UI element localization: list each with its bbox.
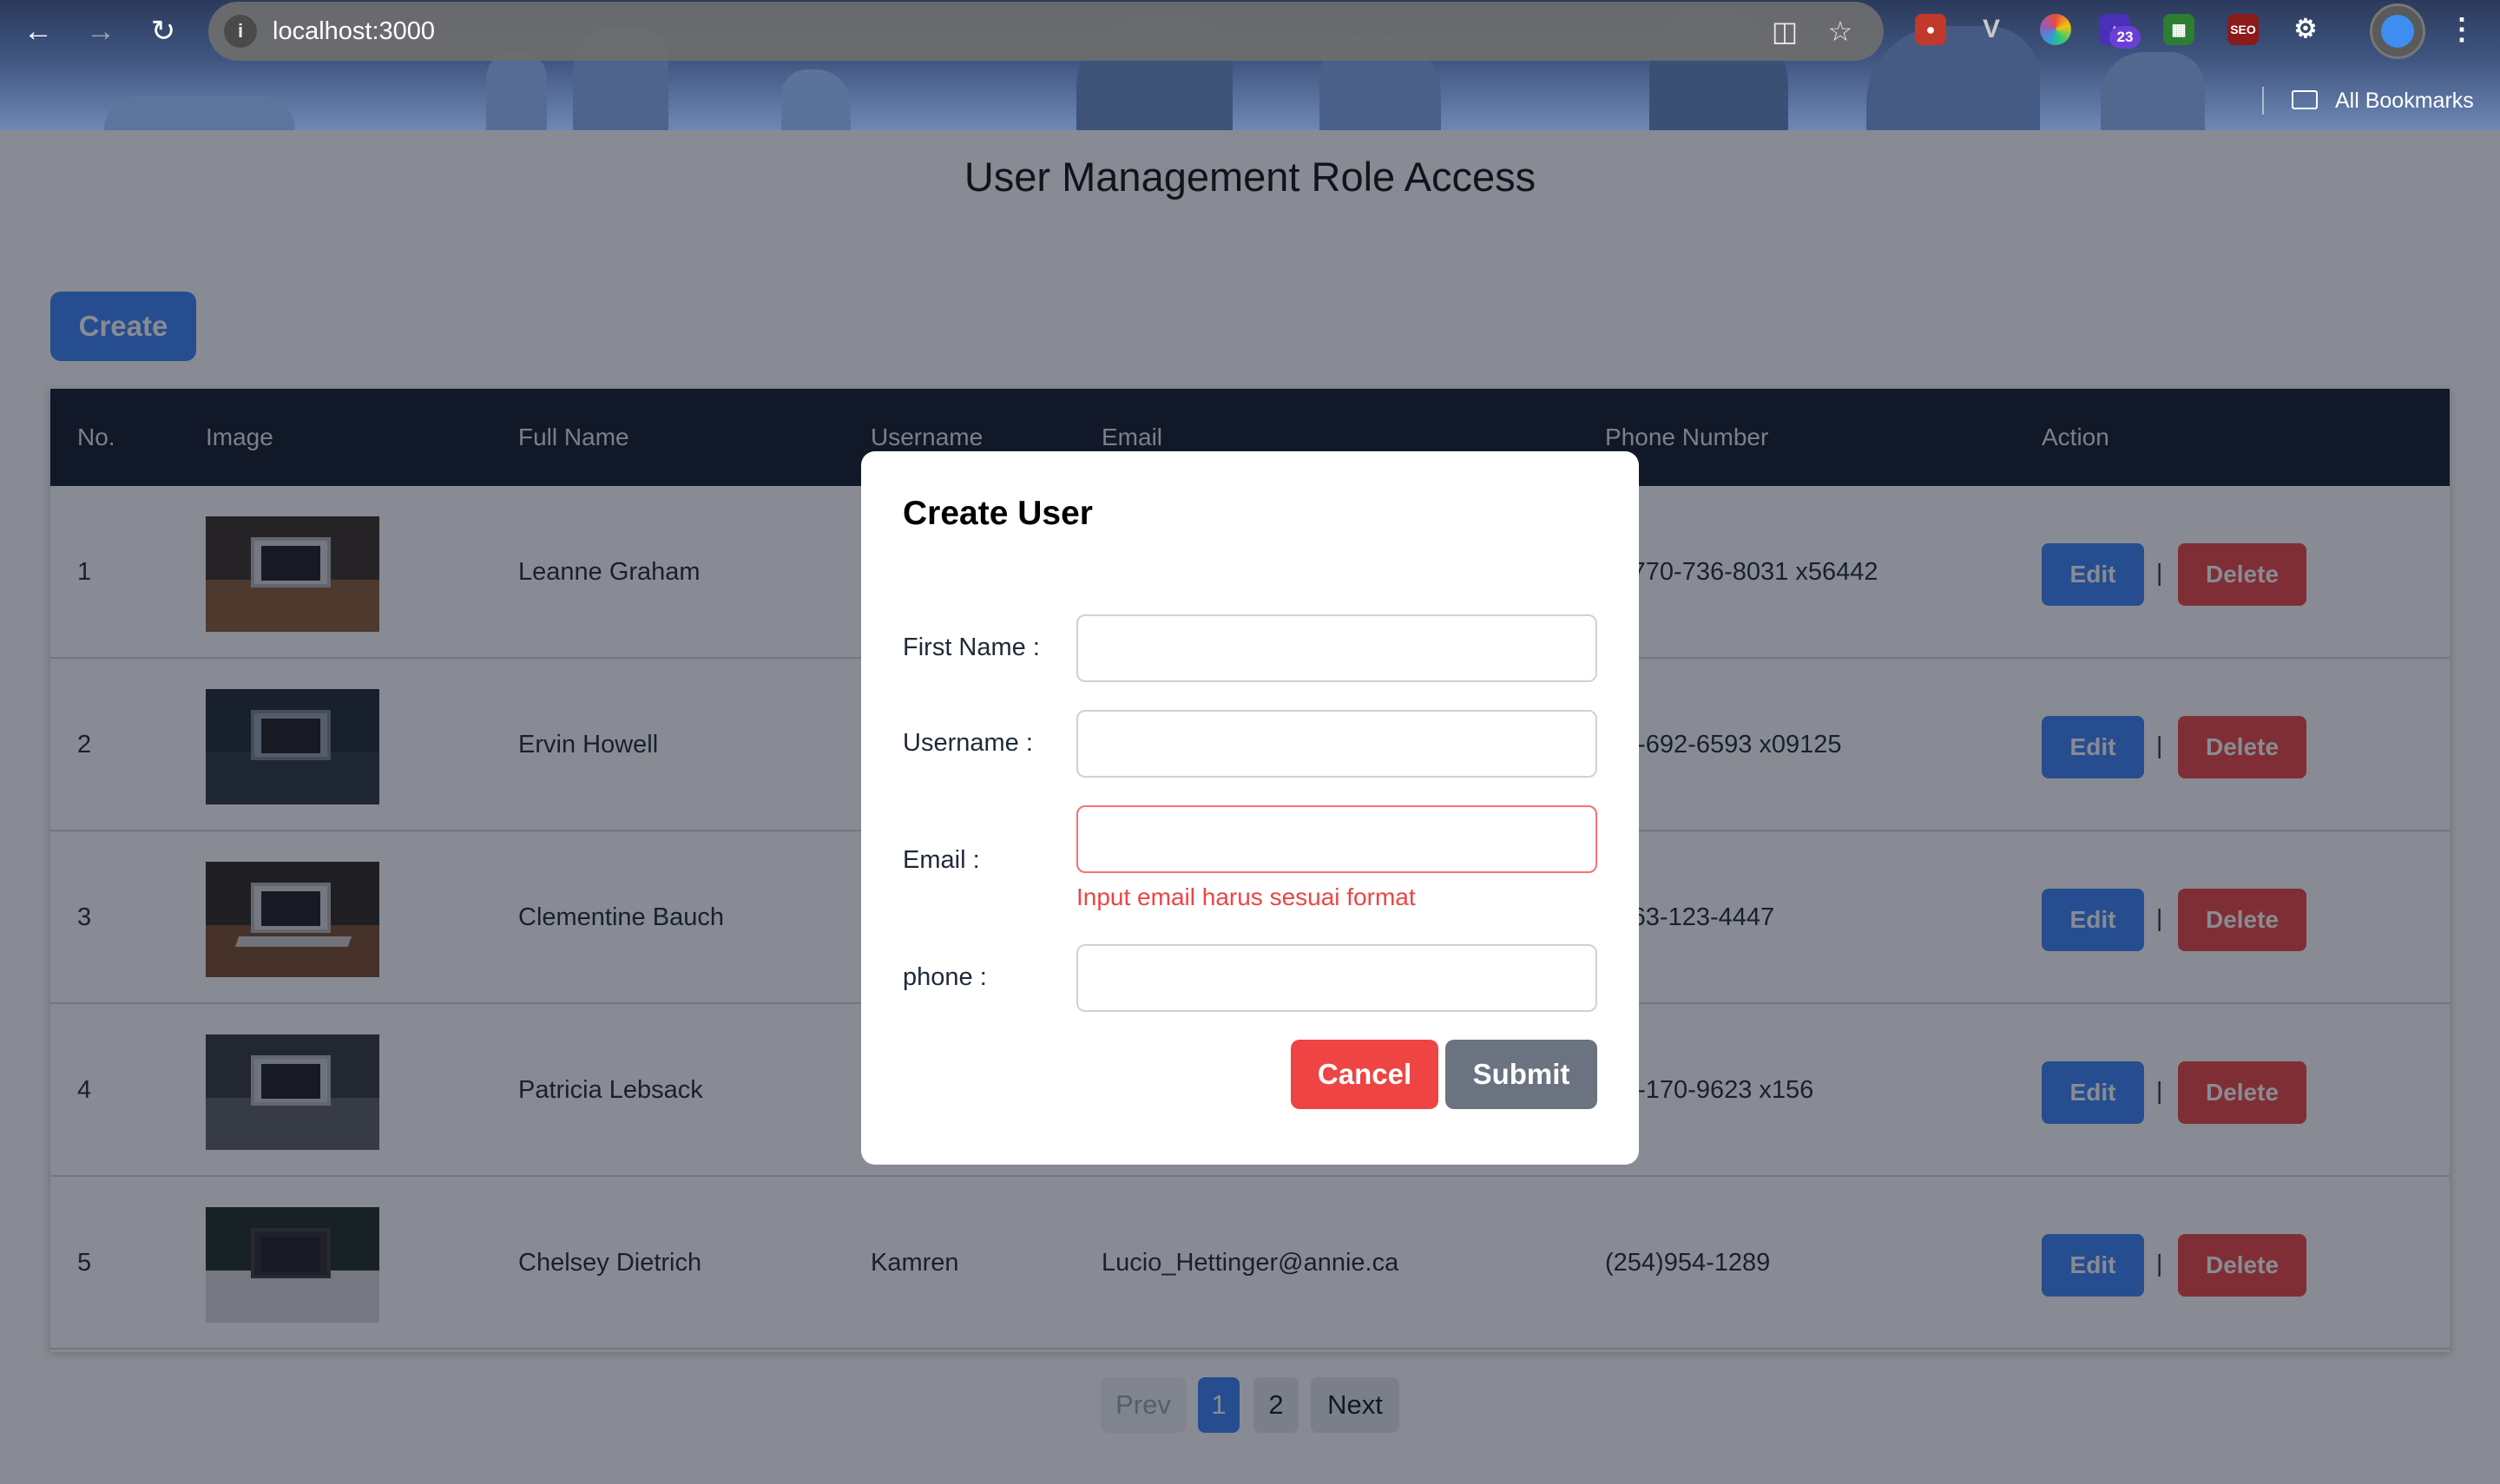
url-text[interactable]: localhost:3000 [273, 2, 435, 61]
modal-title: Create User [903, 495, 1093, 532]
username-input[interactable] [1076, 710, 1597, 778]
extension-badge: 23 [2109, 26, 2141, 49]
install-app-icon[interactable]: ◫ [1766, 12, 1804, 50]
address-bar[interactable]: i localhost:3000 ◫ ☆ [208, 2, 1884, 61]
bookmark-star-icon[interactable]: ☆ [1821, 12, 1859, 50]
forward-arrow-icon[interactable]: → [82, 12, 120, 50]
folder-icon [2292, 90, 2318, 109]
username-label: Username : [903, 729, 1033, 757]
submit-button[interactable]: Submit [1445, 1040, 1597, 1109]
seo-extension-icon[interactable]: SEO [2227, 14, 2259, 45]
all-bookmarks-link[interactable]: All Bookmarks [2335, 83, 2474, 118]
profile-avatar[interactable] [2370, 3, 2425, 59]
background-art [2101, 52, 2205, 130]
calendar-extension-icon[interactable]: ▦ [2163, 14, 2194, 45]
more-menu-icon[interactable]: ⋮ [2444, 10, 2479, 49]
bookmarks-divider [2262, 87, 2264, 115]
cancel-button[interactable]: Cancel [1291, 1040, 1438, 1109]
email-label: Email : [903, 846, 980, 874]
extension-icon[interactable]: ● [1915, 14, 1946, 45]
background-art [486, 52, 547, 130]
background-art [1866, 26, 2040, 130]
site-info-icon[interactable]: i [224, 15, 257, 48]
puzzle-extensions-icon[interactable]: ⚙ [2290, 14, 2321, 45]
reload-icon[interactable]: ↻ [144, 12, 182, 50]
create-user-modal: Create User First Name : Username : Emai… [861, 451, 1639, 1165]
vue-devtools-icon[interactable]: V [1976, 14, 2007, 45]
first-name-input[interactable] [1076, 614, 1597, 682]
email-input[interactable] [1076, 805, 1597, 873]
color-picker-icon[interactable] [2040, 14, 2071, 45]
background-art [781, 69, 851, 130]
phone-input[interactable] [1076, 944, 1597, 1012]
phone-label: phone : [903, 963, 987, 991]
email-error-message: Input email harus sesuai format [1076, 883, 1416, 910]
back-arrow-icon[interactable]: ← [19, 12, 57, 50]
first-name-label: First Name : [903, 634, 1040, 661]
browser-chrome: ← → ↻ i localhost:3000 ◫ ☆ ● V ▲ 23 ▦ SE… [0, 0, 2500, 130]
background-art [104, 95, 295, 130]
